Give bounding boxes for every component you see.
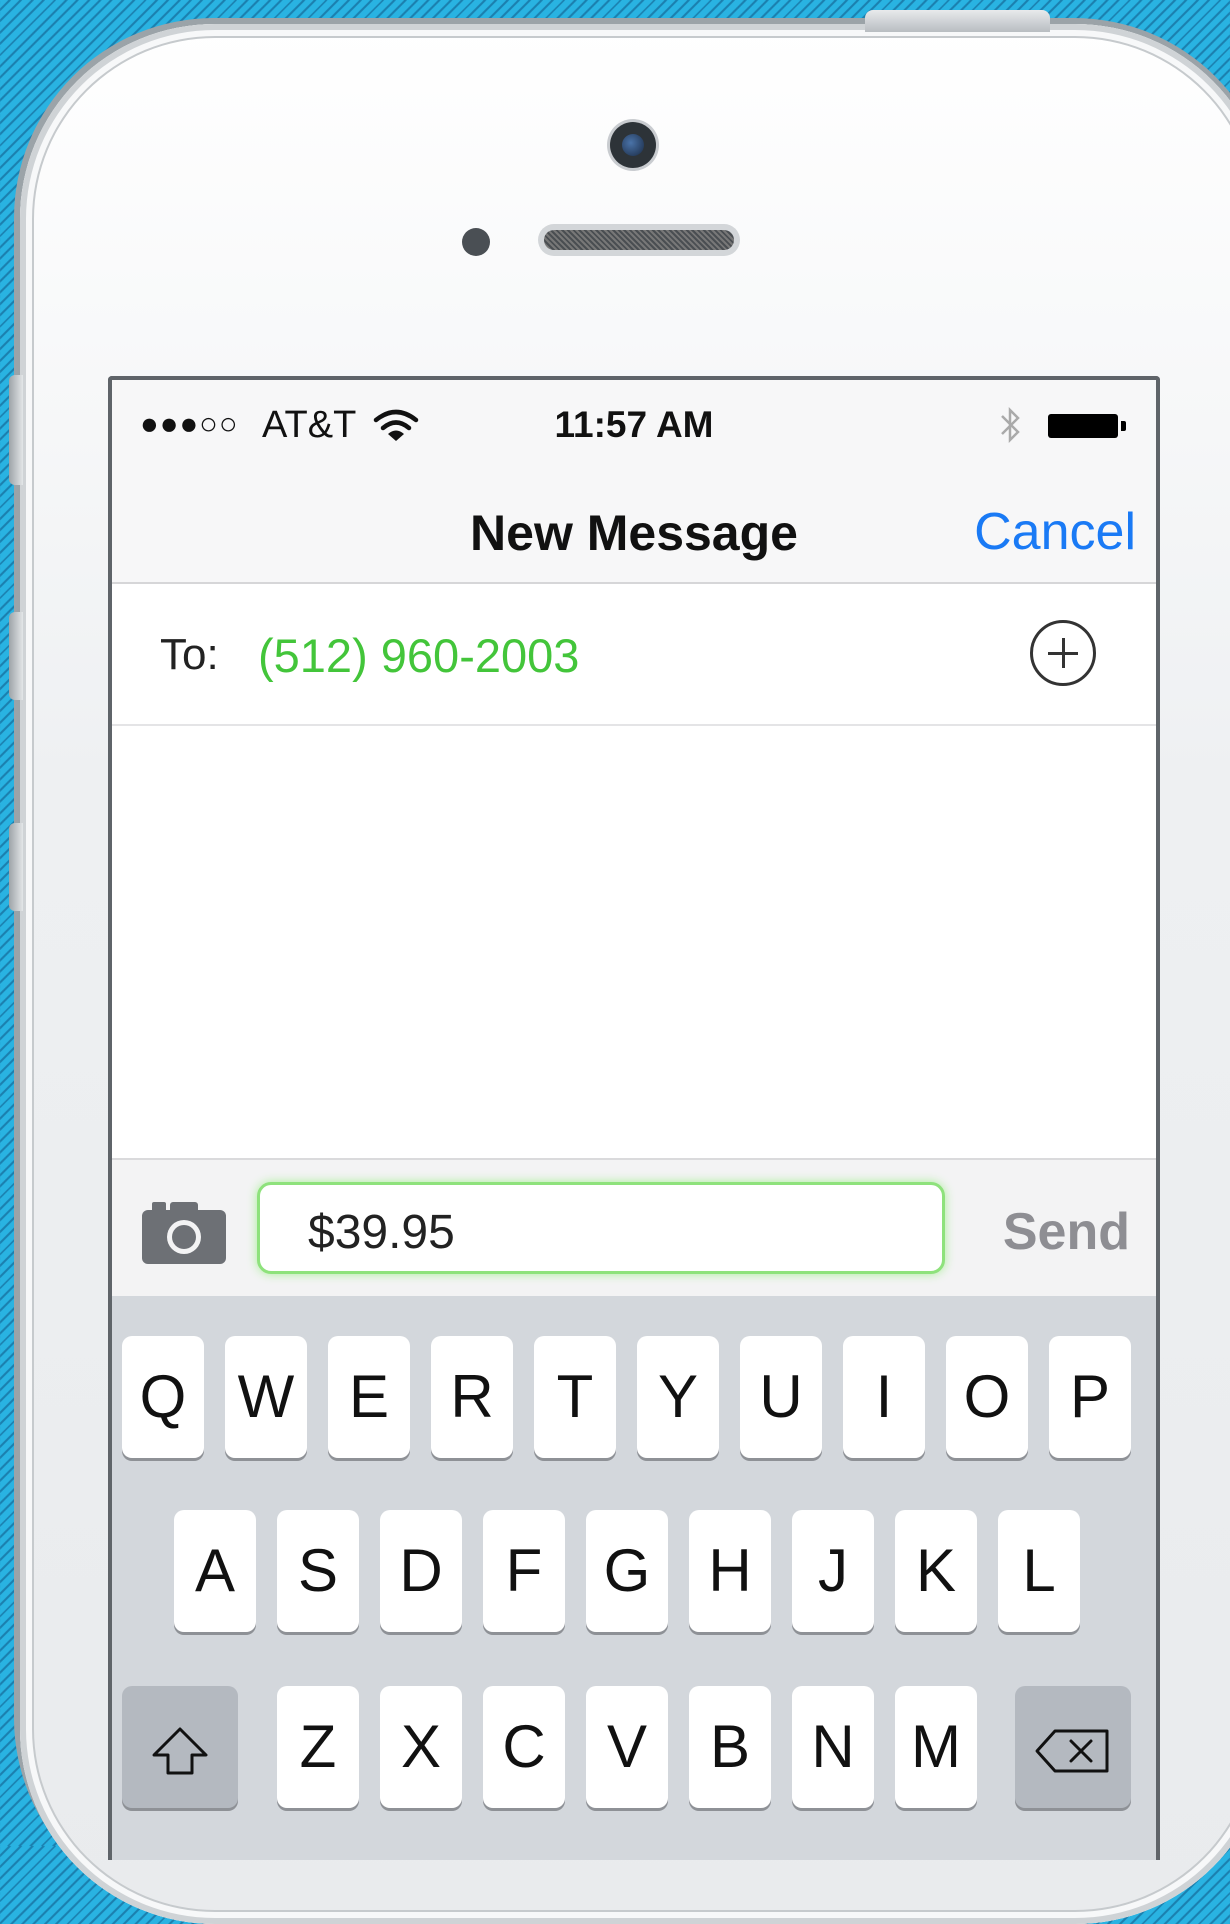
shift-icon	[152, 1727, 208, 1775]
phone-screen: ●●●○○ AT&T 11:57 AM New Message Cancel T…	[108, 376, 1160, 1860]
key-q[interactable]: Q	[122, 1336, 204, 1458]
key-i[interactable]: I	[843, 1336, 925, 1458]
key-z[interactable]: Z	[277, 1686, 359, 1808]
front-camera	[610, 122, 656, 168]
recipient-row[interactable]: To: (512) 960-2003	[112, 584, 1156, 726]
message-input-value: $39.95	[308, 1206, 455, 1259]
key-h[interactable]: H	[689, 1510, 771, 1632]
key-b[interactable]: B	[689, 1686, 771, 1808]
volume-up-button	[9, 612, 23, 700]
message-input[interactable]: $39.95	[257, 1182, 945, 1274]
bluetooth-icon	[1001, 406, 1020, 444]
key-t[interactable]: T	[534, 1336, 616, 1458]
delete-icon	[1035, 1729, 1109, 1773]
compose-bar: $39.95 Send	[112, 1158, 1156, 1298]
key-o[interactable]: O	[946, 1336, 1028, 1458]
key-a[interactable]: A	[174, 1510, 256, 1632]
key-e[interactable]: E	[328, 1336, 410, 1458]
key-d[interactable]: D	[380, 1510, 462, 1632]
key-j[interactable]: J	[792, 1510, 874, 1632]
key-c[interactable]: C	[483, 1686, 565, 1808]
key-g[interactable]: G	[586, 1510, 668, 1632]
keyboard: Q W E R T Y U I O P A S D F G H J K L Z …	[112, 1296, 1156, 1860]
key-v[interactable]: V	[586, 1686, 668, 1808]
mute-switch	[9, 375, 23, 485]
proximity-sensor	[462, 228, 490, 256]
key-w[interactable]: W	[225, 1336, 307, 1458]
key-u[interactable]: U	[740, 1336, 822, 1458]
delete-key[interactable]	[1015, 1686, 1131, 1808]
earpiece-speaker	[538, 224, 740, 256]
recipient-number[interactable]: (512) 960-2003	[258, 628, 579, 683]
add-contact-icon[interactable]	[1030, 620, 1096, 686]
shift-key[interactable]	[122, 1686, 238, 1808]
volume-down-button	[9, 823, 23, 911]
key-k[interactable]: K	[895, 1510, 977, 1632]
key-n[interactable]: N	[792, 1686, 874, 1808]
to-label: To:	[160, 630, 219, 679]
send-button[interactable]: Send	[1003, 1202, 1130, 1262]
navigation-bar: New Message Cancel	[112, 476, 1156, 584]
key-r[interactable]: R	[431, 1336, 513, 1458]
conversation-area	[112, 726, 1156, 1158]
battery-icon	[1048, 414, 1126, 438]
cancel-button[interactable]: Cancel	[974, 502, 1136, 562]
power-button	[865, 10, 1050, 32]
key-s[interactable]: S	[277, 1510, 359, 1632]
key-f[interactable]: F	[483, 1510, 565, 1632]
key-l[interactable]: L	[998, 1510, 1080, 1632]
key-m[interactable]: M	[895, 1686, 977, 1808]
key-x[interactable]: X	[380, 1686, 462, 1808]
key-p[interactable]: P	[1049, 1336, 1131, 1458]
key-y[interactable]: Y	[637, 1336, 719, 1458]
camera-icon[interactable]	[142, 1200, 226, 1264]
status-bar: ●●●○○ AT&T 11:57 AM	[112, 380, 1156, 476]
